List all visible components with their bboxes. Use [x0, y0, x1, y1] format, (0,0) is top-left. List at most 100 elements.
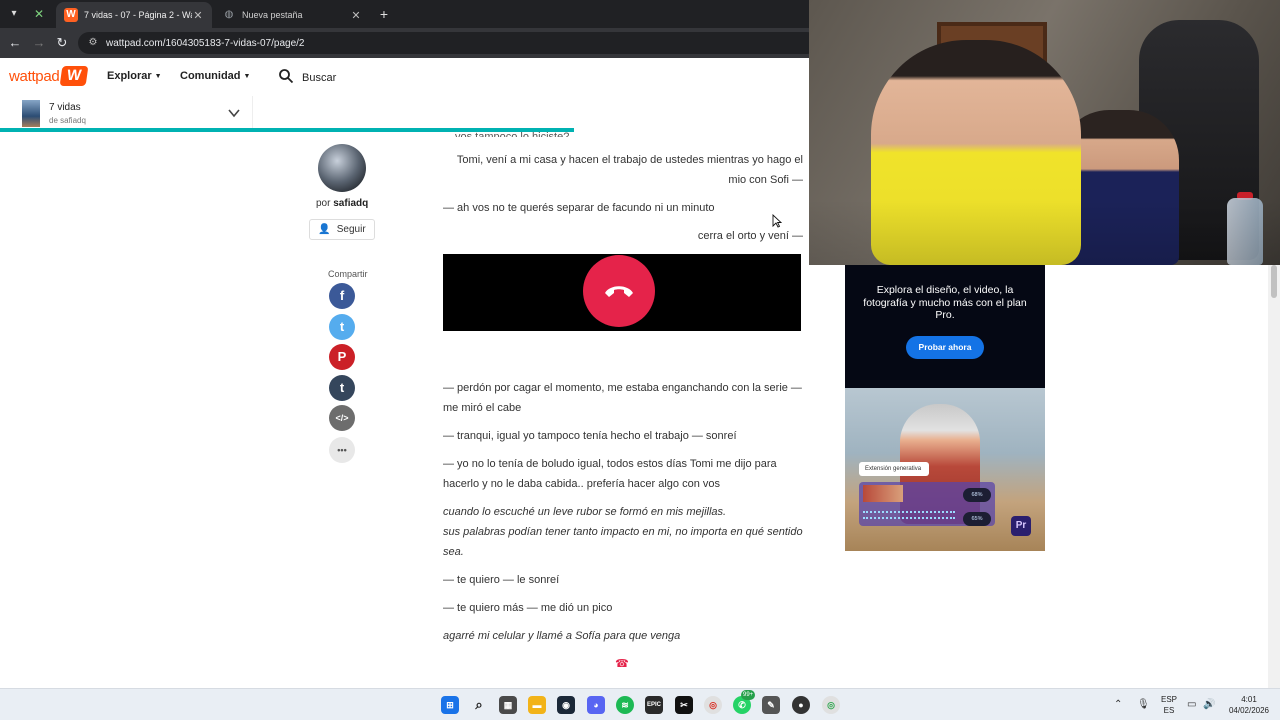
chrome-icon[interactable]: ◎ — [704, 696, 722, 714]
share-label: Compartir — [328, 269, 368, 279]
tumblr-share-button[interactable]: t — [329, 375, 355, 401]
explore-menu[interactable]: Explorar ▼ — [107, 70, 162, 82]
facebook-icon: f — [339, 288, 345, 303]
search-icon[interactable] — [278, 68, 294, 84]
story-nav-bar: 7 vidas de safiadq — [0, 96, 808, 132]
webcam-overlay — [809, 0, 1280, 265]
language-indicator[interactable]: ESP ES — [1158, 694, 1180, 716]
ad-photo: Extensión generativa 68% 65% Pr — [845, 388, 1045, 551]
search-icon[interactable]: ⌕ — [470, 696, 488, 714]
community-menu[interactable]: Comunidad ▼ — [180, 70, 250, 82]
tumblr-icon: t — [339, 380, 345, 395]
wattpad-favicon-icon: W — [64, 8, 78, 22]
story-cover-image[interactable] — [22, 100, 40, 127]
twitter-icon: t — [339, 319, 345, 334]
store-icon[interactable]: ▦ — [499, 696, 517, 714]
paragraph: — ah vos no te querés separar de facundo… — [443, 202, 715, 214]
ad-percent-badge: 65% — [963, 512, 991, 526]
paragraph: — tranqui, igual yo tampoco tenía hecho … — [443, 430, 737, 442]
close-tab-icon[interactable]: ✕ — [350, 9, 362, 22]
paragraph: — te quiero — le sonreí — [443, 574, 560, 586]
tab-title: Nueva pestaña — [242, 10, 303, 20]
ad-copy: Explora el diseño, el video, la fotograf… — [863, 284, 1027, 321]
paragraph: sus palabras podían tener tanto impacto … — [443, 526, 803, 558]
divider — [252, 96, 253, 131]
audio-wave-icon — [863, 511, 955, 519]
webcam-shade — [809, 200, 1280, 265]
tab-wattpad[interactable]: W 7 vidas - 07 - Página 2 - Wattp ✕ — [56, 2, 212, 28]
end-call-button — [583, 255, 655, 327]
reading-progress-fill — [0, 128, 574, 132]
paragraph: — te quiero más — me dió un pico — [443, 602, 613, 614]
page-scrollbar[interactable] — [1268, 265, 1280, 688]
adobe-ad[interactable]: Explora el diseño, el video, la fotograf… — [845, 258, 1045, 551]
caret-down-icon: ▼ — [154, 73, 162, 80]
steam-icon[interactable]: ◉ — [557, 696, 575, 714]
windows-start-icon[interactable]: ⊞ — [441, 696, 459, 714]
snipping-tool-icon[interactable]: ✎ — [762, 696, 780, 714]
paragraph: — yo no lo tenía de boludo igual, todos … — [443, 458, 777, 490]
twitter-share-button[interactable]: t — [329, 314, 355, 340]
paragraph: agarré mi celular y llamé a Sofía para q… — [443, 630, 681, 642]
more-share-button[interactable]: ••• — [329, 437, 355, 463]
notification-badge: 99+ — [741, 690, 756, 700]
follow-label: Seguir — [336, 224, 366, 235]
close-tab-icon[interactable]: ✕ — [192, 9, 204, 22]
keyboard-layout: ES — [1163, 706, 1175, 715]
tab-search-icon[interactable]: ▾ — [6, 6, 22, 22]
new-tab-button[interactable]: + — [376, 5, 392, 23]
search-label[interactable]: Buscar — [302, 72, 336, 84]
file-explorer-icon[interactable]: ▬ — [528, 696, 546, 714]
microphone-icon[interactable]: 🎙 — [1137, 699, 1150, 710]
embed-icon: </> — [335, 413, 349, 423]
tab-new[interactable]: ◍ Nueva pestaña ✕ — [214, 2, 370, 28]
tab-title: 7 vidas - 07 - Página 2 - Wattp — [84, 10, 192, 20]
ad-clip-thumbnail — [863, 485, 903, 502]
url-text: wattpad.com/1604305183-7-vidas-07/page/2 — [106, 37, 305, 49]
story-title[interactable]: 7 vidas — [49, 102, 81, 113]
embed-share-button[interactable]: </> — [329, 405, 355, 431]
hang-up-phone-icon — [605, 286, 633, 297]
more-icon: ••• — [337, 445, 347, 455]
pinterest-icon: P — [337, 349, 347, 364]
volume-icon[interactable]: 🔊 — [1203, 699, 1215, 710]
try-now-button[interactable]: Probar ahora — [906, 336, 984, 359]
paragraph: — perdón por cagar el momento, me estaba… — [443, 382, 802, 414]
obs-icon[interactable]: ● — [792, 696, 810, 714]
ad-header: Explora el diseño, el video, la fotograf… — [845, 258, 1045, 388]
wattpad-header: wattpad W Explorar ▼ Comunidad ▼ Buscar — [0, 58, 808, 96]
clock-date: 04/02/2026 — [1228, 706, 1270, 715]
forward-arrow-icon[interactable]: → — [30, 34, 48, 52]
explore-label: Explorar — [107, 70, 152, 82]
spotify-icon[interactable]: ≋ — [616, 696, 634, 714]
clock[interactable]: 4:01 04/02/2026 — [1224, 694, 1274, 716]
ad-feature-chip: Extensión generativa — [859, 462, 929, 476]
chevron-down-icon[interactable] — [226, 105, 242, 121]
site-settings-icon[interactable]: ⚙ — [86, 36, 100, 50]
globe-icon: ◍ — [224, 9, 234, 20]
epic-games-icon[interactable]: EPIC — [645, 696, 663, 714]
language-code: ESP — [1160, 695, 1177, 704]
follow-button[interactable]: 👤 Seguir — [309, 219, 375, 240]
scrollbar-thumb[interactable] — [1271, 265, 1277, 298]
logo-text: wattpad — [9, 67, 60, 85]
reload-icon[interactable]: ↻ — [53, 34, 71, 52]
discord-icon[interactable]: ◕ — [587, 696, 605, 714]
author-link[interactable]: safiadq — [333, 198, 368, 209]
facebook-share-button[interactable]: f — [329, 283, 355, 309]
chrome-secondary-icon[interactable]: ◎ — [822, 696, 840, 714]
pinned-tab-icon[interactable]: ✕ — [30, 6, 48, 22]
paragraph: cerra el orto y vení — — [697, 230, 803, 242]
capcut-icon[interactable]: ✂ — [675, 696, 693, 714]
pinterest-share-button[interactable]: P — [329, 344, 355, 370]
wattpad-logo[interactable]: wattpad W — [9, 66, 89, 86]
back-arrow-icon[interactable]: ← — [6, 34, 24, 52]
ad-percent-badge: 68% — [963, 488, 991, 502]
address-bar[interactable]: ⚙ wattpad.com/1604305183-7-vidas-07/page… — [78, 32, 818, 54]
network-icon[interactable]: ▭ — [1187, 699, 1196, 710]
author-avatar[interactable] — [318, 144, 366, 192]
tray-overflow-icon[interactable]: ⌃ — [1114, 699, 1122, 710]
story-author: de safiadq — [49, 116, 86, 125]
telephone-icon: ☎ — [615, 658, 629, 670]
mouse-cursor-icon — [772, 214, 782, 228]
